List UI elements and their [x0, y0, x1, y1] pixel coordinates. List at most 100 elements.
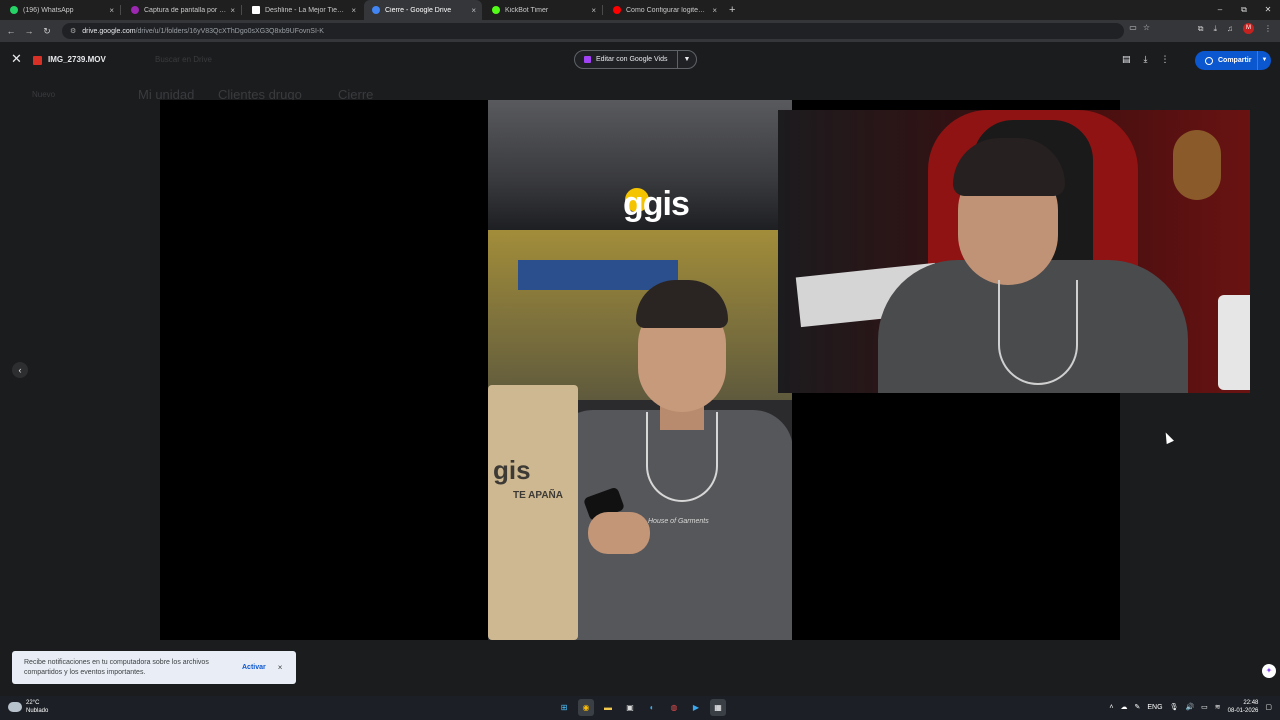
media-icon[interactable]: ♫	[1227, 24, 1233, 33]
extensions-icon[interactable]: ⧉	[1198, 24, 1204, 34]
kickbot-icon	[492, 6, 500, 14]
tab-close-icon[interactable]: ×	[109, 6, 114, 15]
tab-title: Como Configurar logitech c920	[626, 6, 708, 14]
taskbar-apps: ⊞ ◉ ▬ ▣ ◐ ◍ ▶ ▦	[556, 699, 726, 716]
share-button[interactable]: Compartir ▼	[1195, 51, 1271, 70]
file-name: IMG_2739.MOV	[48, 55, 106, 64]
tab-divider	[120, 5, 121, 15]
clock[interactable]: 22:48 08-01-2026	[1228, 699, 1259, 715]
tab-close-icon[interactable]: ×	[471, 6, 476, 15]
download-icon[interactable]: ⤓	[1144, 54, 1148, 65]
weather-widget[interactable]: 22°C Nublado	[8, 699, 48, 715]
tab-title: Deshline - La Mejor Tienda de	[265, 6, 348, 14]
google-drive-icon	[372, 6, 380, 14]
notifications-icon[interactable]: ▢	[1265, 703, 1272, 711]
display-icon[interactable]: ▭	[1201, 703, 1208, 711]
start-icon[interactable]: ⊞	[556, 699, 572, 716]
tab-title: (196) WhatsApp	[23, 6, 74, 14]
weather-temp: 22°C	[26, 700, 40, 706]
webcam-overlay	[778, 110, 1250, 393]
browser-menu-icon[interactable]: ⋮	[1264, 24, 1272, 33]
url-host: drive.google.com	[82, 27, 136, 35]
file-explorer-icon[interactable]: ▬	[600, 699, 616, 716]
paper-bag	[488, 385, 578, 640]
store-icon[interactable]: ▣	[622, 699, 638, 716]
bag-subtext: TE APAÑA	[513, 490, 563, 501]
site-info-icon[interactable]: ⚙	[70, 27, 76, 35]
previous-file-button[interactable]: ‹	[12, 362, 28, 378]
file-viewer-header: ✕ IMG_2739.MOV Editar con Google Vids ▼ …	[0, 42, 1280, 76]
speaker-icon[interactable]: 🔊	[1185, 703, 1194, 711]
windows-taskbar: 22°C Nublado ⊞ ◉ ▬ ▣ ◐ ◍ ▶ ▦ ˄ ☁ ✎ ENG 🎙…	[0, 696, 1280, 720]
tab-close-icon[interactable]: ×	[230, 6, 235, 15]
youtube-icon	[613, 6, 621, 14]
bag-logo-text: gis	[493, 455, 531, 485]
comment-icon[interactable]: ▤	[1122, 54, 1131, 65]
pen-icon[interactable]: ✎	[1135, 703, 1141, 711]
shirt-print: House of Garments	[648, 518, 709, 525]
enable-notifications-button[interactable]: Activar	[242, 664, 266, 671]
weather-desc: Nublado	[26, 708, 49, 714]
edit-with-vids-label: Editar con Google Vids	[596, 56, 668, 63]
tab-close-icon[interactable]: ×	[351, 6, 356, 15]
more-options-icon[interactable]: ⋮	[1161, 54, 1170, 65]
viewer-actions: ▤ ⤓ ⋮	[1122, 54, 1170, 65]
window-controls: – ⧉ ✕	[1208, 0, 1280, 20]
tab-youtube[interactable]: Como Configurar logitech c920 ×	[605, 0, 723, 20]
close-window-button[interactable]: ✕	[1256, 0, 1280, 20]
tab-lightshot[interactable]: Captura de pantalla por Lightshot ×	[123, 0, 241, 20]
reload-icon[interactable]: ↻	[38, 26, 56, 37]
tab-deshline[interactable]: Deshline - La Mejor Tienda de ×	[244, 0, 362, 20]
hand	[588, 512, 650, 554]
notification-toast: Recibe notificaciones en tu computadora …	[12, 651, 296, 684]
share-label: Compartir	[1218, 57, 1252, 64]
tab-kickbot[interactable]: KickBot Timer ×	[484, 0, 602, 20]
store-sign: ggis	[623, 185, 690, 223]
tab-whatsapp[interactable]: (196) WhatsApp ×	[2, 0, 120, 20]
necklace	[646, 412, 718, 502]
tab-divider	[602, 5, 603, 15]
video-frame-photo: ggis House of Garments gis TE APAÑA	[488, 100, 792, 640]
address-bar[interactable]: ⚙ drive.google.com /drive/u/1/folders/16…	[62, 23, 1124, 39]
profile-avatar[interactable]: M	[1243, 23, 1254, 34]
lightshot-app-icon[interactable]: ◍	[666, 699, 682, 716]
language-indicator[interactable]: ENG	[1147, 704, 1162, 711]
browser-tab-strip: (196) WhatsApp × Captura de pantalla por…	[0, 0, 1280, 20]
clock-time: 22:48	[1243, 700, 1259, 706]
new-tab-button[interactable]: +	[729, 4, 735, 16]
chevron-down-icon[interactable]: ▼	[678, 56, 696, 63]
close-viewer-icon[interactable]: ✕	[11, 51, 22, 67]
minimize-button[interactable]: –	[1208, 0, 1232, 20]
gemini-icon[interactable]: ✦	[1262, 664, 1276, 678]
wifi-icon[interactable]: ≋	[1215, 703, 1221, 711]
omnibox-actions: ▭ ☆	[1129, 23, 1150, 32]
edge-icon[interactable]: ◐	[644, 699, 660, 716]
dismiss-notification-icon[interactable]: ×	[278, 663, 283, 672]
media-player-icon[interactable]: ▶	[688, 699, 704, 716]
chevron-up-icon[interactable]: ˄	[1109, 704, 1113, 711]
cloud-icon	[8, 702, 22, 712]
back-arrow-icon[interactable]: ←	[2, 26, 20, 36]
restore-button[interactable]: ⧉	[1232, 0, 1256, 20]
streamer-necklace	[998, 280, 1078, 385]
deshline-icon	[252, 6, 260, 14]
url-path: /drive/u/1/folders/16yV83QcXThDgo0sXG3Q8…	[135, 27, 324, 35]
cloud-sync-icon[interactable]: ☁	[1121, 703, 1128, 711]
cast-icon[interactable]: ▭	[1129, 23, 1137, 32]
tab-title: Cierre - Google Drive	[385, 6, 452, 14]
chrome-icon[interactable]: ◉	[578, 699, 594, 716]
share-chevron-icon[interactable]: ▼	[1257, 51, 1271, 70]
tab-google-drive[interactable]: Cierre - Google Drive ×	[364, 0, 482, 20]
microphone-icon[interactable]: 🎙	[1170, 703, 1179, 711]
google-vids-icon	[584, 56, 591, 63]
downloads-icon[interactable]: ⤓	[1213, 24, 1217, 34]
tab-close-icon[interactable]: ×	[591, 6, 596, 15]
forward-arrow-icon[interactable]: →	[20, 26, 38, 36]
capcut-icon[interactable]: ▦	[710, 699, 726, 716]
tab-close-icon[interactable]: ×	[712, 6, 717, 15]
bookmark-star-icon[interactable]: ☆	[1143, 23, 1150, 32]
edit-with-vids-button[interactable]: Editar con Google Vids ▼	[574, 50, 697, 69]
new-button: Nuevo	[32, 90, 56, 99]
guitar	[1173, 130, 1221, 200]
tab-title: Captura de pantalla por Lightshot	[144, 6, 226, 14]
